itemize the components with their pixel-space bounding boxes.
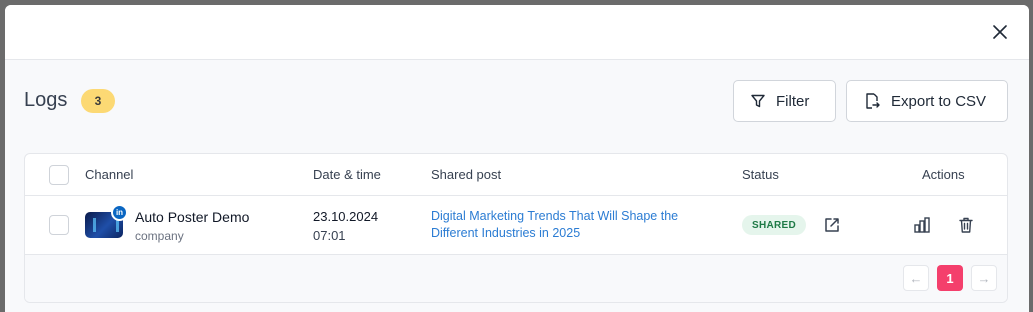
logs-modal: Logs 3 Filter Export to CSV Channel Date… [5,5,1029,312]
pagination: ← 1 → [25,255,1007,302]
previous-page-button[interactable]: ← [903,265,929,291]
open-post-button[interactable] [821,214,843,236]
row-checkbox[interactable] [49,215,69,235]
export-file-icon [866,93,880,109]
page-title: Logs [24,89,68,111]
logs-table: Channel Date & time Shared post Status A… [24,153,1008,303]
column-header-date-time: Date & time [313,167,381,182]
filter-button-label: Filter [776,92,810,110]
export-button-label: Export to CSV [891,92,987,110]
filter-icon [751,94,765,108]
export-csv-button[interactable]: Export to CSV [846,80,1008,122]
count-badge: 3 [81,89,115,113]
trash-icon [959,217,973,233]
bar-chart-icon [914,217,930,233]
table-row: in Auto Poster Demo company 23.10.2024 0… [25,196,1007,255]
channel-type: company [135,229,184,243]
next-page-button[interactable]: → [971,265,997,291]
column-header-channel: Channel [85,167,134,182]
select-all-checkbox[interactable] [49,165,69,185]
modal-header [5,5,1029,60]
log-time: 07:01 [313,228,346,243]
status-badge: SHARED [742,215,806,235]
channel-name: Auto Poster Demo [135,209,250,225]
page-1-button[interactable]: 1 [937,265,963,291]
column-header-status: Status [742,167,779,182]
title-row: Logs 3 Filter Export to CSV [24,80,1008,122]
linkedin-icon: in [111,204,128,221]
external-link-icon [825,218,839,232]
column-header-actions: Actions [922,167,965,182]
close-icon [993,25,1007,39]
insights-button[interactable] [911,214,933,236]
shared-post-link[interactable]: Digital Marketing Trends That Will Shape… [431,208,681,242]
delete-button[interactable] [955,214,977,236]
log-date: 23.10.2024 [313,209,379,224]
column-header-shared-post: Shared post [431,167,502,182]
close-button[interactable] [989,21,1011,43]
filter-button[interactable]: Filter [733,80,836,122]
table-header: Channel Date & time Shared post Status A… [25,154,1007,196]
